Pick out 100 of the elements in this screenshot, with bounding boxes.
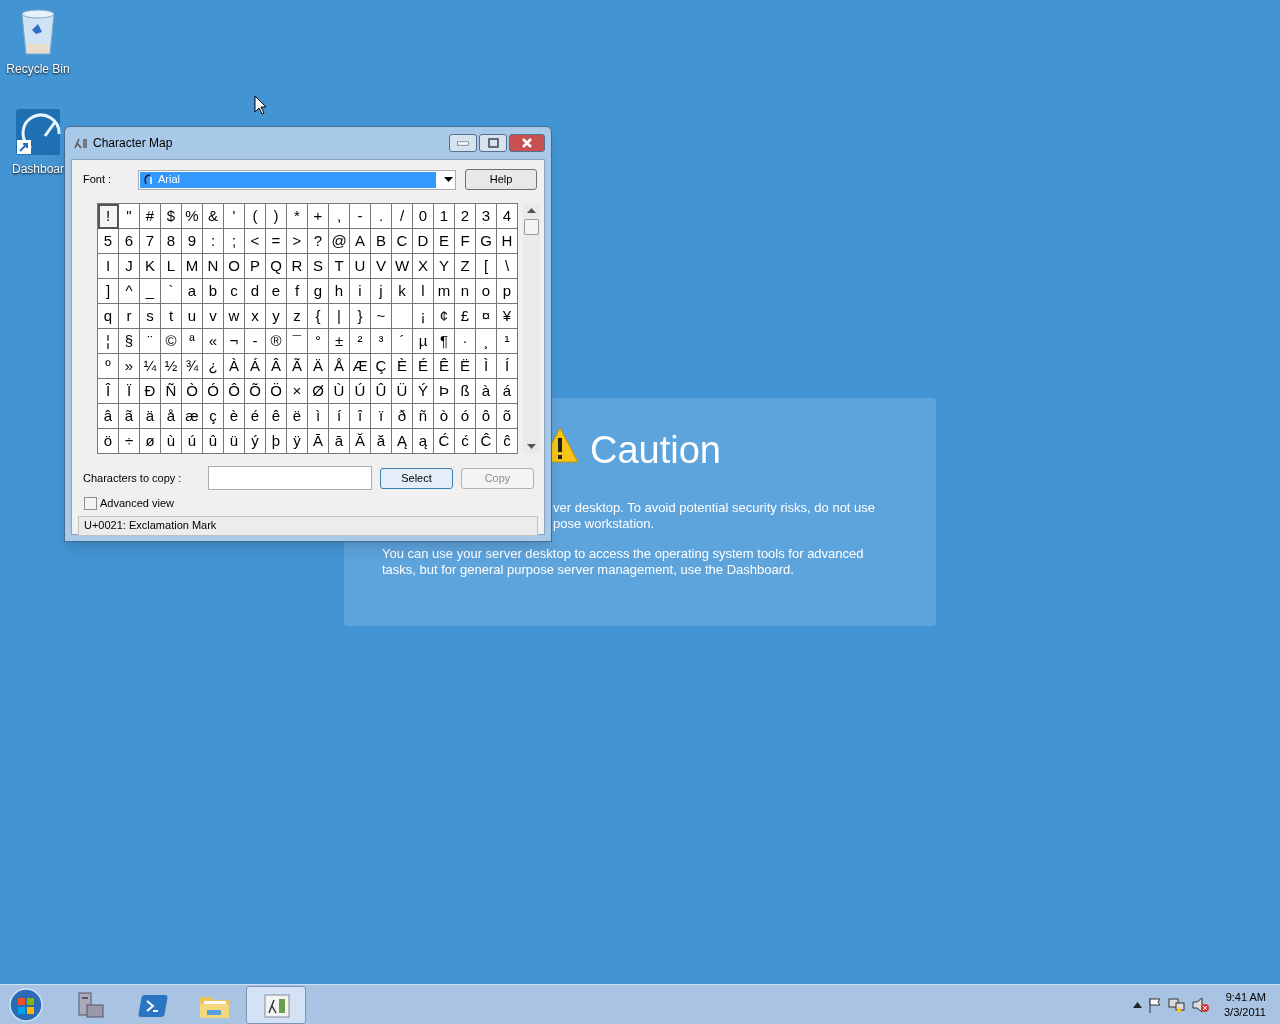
character-cell[interactable]: Ã bbox=[287, 354, 308, 379]
character-cell[interactable]: í bbox=[329, 404, 350, 429]
character-cell[interactable]: $ bbox=[161, 204, 182, 229]
character-cell[interactable]: ù bbox=[161, 429, 182, 454]
character-cell[interactable]: v bbox=[203, 304, 224, 329]
character-cell[interactable]: § bbox=[119, 329, 140, 354]
character-cell[interactable]: ê bbox=[266, 404, 287, 429]
character-cell[interactable]: m bbox=[434, 279, 455, 304]
close-button[interactable] bbox=[509, 134, 545, 152]
character-cell[interactable]: o bbox=[476, 279, 497, 304]
character-cell[interactable]: d bbox=[245, 279, 266, 304]
character-cell[interactable]: b bbox=[203, 279, 224, 304]
character-cell[interactable]: 5 bbox=[98, 229, 119, 254]
character-cell[interactable]: Ą bbox=[392, 429, 413, 454]
character-cell[interactable]: ï bbox=[371, 404, 392, 429]
maximize-button[interactable] bbox=[479, 134, 507, 152]
character-cell[interactable]: - bbox=[350, 204, 371, 229]
character-cell[interactable]: Ì bbox=[476, 354, 497, 379]
character-cell[interactable]: · bbox=[455, 329, 476, 354]
character-cell[interactable]: ® bbox=[266, 329, 287, 354]
character-cell[interactable]: Â bbox=[266, 354, 287, 379]
character-cell[interactable]: Ð bbox=[140, 379, 161, 404]
scroll-up-icon[interactable] bbox=[527, 208, 536, 213]
character-cell[interactable]: û bbox=[203, 429, 224, 454]
character-cell[interactable]: ! bbox=[98, 204, 119, 229]
character-cell[interactable]: F bbox=[455, 229, 476, 254]
character-cell[interactable]: À bbox=[224, 354, 245, 379]
character-cell[interactable]: U bbox=[350, 254, 371, 279]
character-cell[interactable]: ½ bbox=[161, 354, 182, 379]
character-cell[interactable]: Í bbox=[497, 354, 518, 379]
character-cell[interactable]: ~ bbox=[371, 304, 392, 329]
character-cell[interactable]: Å bbox=[329, 354, 350, 379]
character-cell[interactable]: } bbox=[350, 304, 371, 329]
character-cell[interactable]: w bbox=[224, 304, 245, 329]
gauge-icon[interactable] bbox=[15, 108, 61, 156]
character-cell[interactable]: Y bbox=[434, 254, 455, 279]
character-cell[interactable]: ý bbox=[245, 429, 266, 454]
dropdown-arrow-icon[interactable] bbox=[444, 177, 453, 182]
character-cell[interactable]: K bbox=[140, 254, 161, 279]
character-cell[interactable]: y bbox=[266, 304, 287, 329]
character-cell[interactable]: « bbox=[203, 329, 224, 354]
character-cell[interactable]: ± bbox=[329, 329, 350, 354]
character-cell[interactable]: Ë bbox=[455, 354, 476, 379]
character-cell[interactable]: Ć bbox=[434, 429, 455, 454]
character-cell[interactable]: Ù bbox=[329, 379, 350, 404]
character-cell[interactable]: © bbox=[161, 329, 182, 354]
character-cell[interactable]: 9 bbox=[182, 229, 203, 254]
character-cell[interactable]: Æ bbox=[350, 354, 371, 379]
character-cell[interactable]: ă bbox=[371, 429, 392, 454]
recycle-bin-icon[interactable] bbox=[18, 8, 58, 56]
character-cell[interactable]: D bbox=[413, 229, 434, 254]
character-cell[interactable]: I bbox=[98, 254, 119, 279]
character-cell[interactable]: ÷ bbox=[119, 429, 140, 454]
character-cell[interactable]: Ý bbox=[413, 379, 434, 404]
character-cell[interactable]: H bbox=[497, 229, 518, 254]
speaker-muted-icon[interactable] bbox=[1192, 996, 1210, 1013]
character-cell[interactable]: ` bbox=[161, 279, 182, 304]
character-cell[interactable]: r bbox=[119, 304, 140, 329]
character-cell[interactable]: = bbox=[266, 229, 287, 254]
character-cell[interactable]: ¢ bbox=[434, 304, 455, 329]
character-cell[interactable]: G bbox=[476, 229, 497, 254]
character-cell[interactable]: Ò bbox=[182, 379, 203, 404]
character-cell[interactable]: ¾ bbox=[182, 354, 203, 379]
character-cell[interactable]: Ô bbox=[224, 379, 245, 404]
character-cell[interactable]: W bbox=[392, 254, 413, 279]
character-cell[interactable]: ¦ bbox=[98, 329, 119, 354]
character-cell[interactable]: Õ bbox=[245, 379, 266, 404]
character-cell[interactable]: 3 bbox=[476, 204, 497, 229]
character-cell[interactable]: | bbox=[329, 304, 350, 329]
character-cell[interactable]: q bbox=[98, 304, 119, 329]
advanced-view-checkbox[interactable] bbox=[84, 496, 97, 510]
character-cell[interactable]: * bbox=[287, 204, 308, 229]
character-cell[interactable]: Ü bbox=[392, 379, 413, 404]
character-cell[interactable]: Ø bbox=[308, 379, 329, 404]
character-cell[interactable]: f bbox=[287, 279, 308, 304]
character-cell[interactable]: > bbox=[287, 229, 308, 254]
character-cell[interactable]: ü bbox=[224, 429, 245, 454]
character-cell[interactable]: g bbox=[308, 279, 329, 304]
character-cell[interactable]: ¸ bbox=[476, 329, 497, 354]
character-cell[interactable]: ª bbox=[182, 329, 203, 354]
character-cell[interactable]: ú bbox=[182, 429, 203, 454]
character-cell[interactable]: Z bbox=[455, 254, 476, 279]
clock-time[interactable]: 9:41 AM bbox=[1225, 989, 1266, 1005]
character-cell[interactable]: 4 bbox=[497, 204, 518, 229]
character-cell[interactable]: ¶ bbox=[434, 329, 455, 354]
characters-input[interactable] bbox=[208, 466, 372, 490]
character-cell[interactable]: ¤ bbox=[476, 304, 497, 329]
character-cell[interactable]: , bbox=[329, 204, 350, 229]
character-cell[interactable]: e bbox=[266, 279, 287, 304]
character-cell[interactable]: ° bbox=[308, 329, 329, 354]
character-cell[interactable]: Ï bbox=[119, 379, 140, 404]
character-cell[interactable]: é bbox=[245, 404, 266, 429]
character-cell[interactable]: Q bbox=[266, 254, 287, 279]
character-cell[interactable]: ^ bbox=[119, 279, 140, 304]
character-cell[interactable]: ë bbox=[287, 404, 308, 429]
character-cell[interactable]: ą bbox=[413, 429, 434, 454]
character-cell[interactable]: º bbox=[98, 354, 119, 379]
character-cell[interactable]: Ĉ bbox=[476, 429, 497, 454]
character-cell[interactable]: ¥ bbox=[497, 304, 518, 329]
character-cell[interactable]: ø bbox=[140, 429, 161, 454]
